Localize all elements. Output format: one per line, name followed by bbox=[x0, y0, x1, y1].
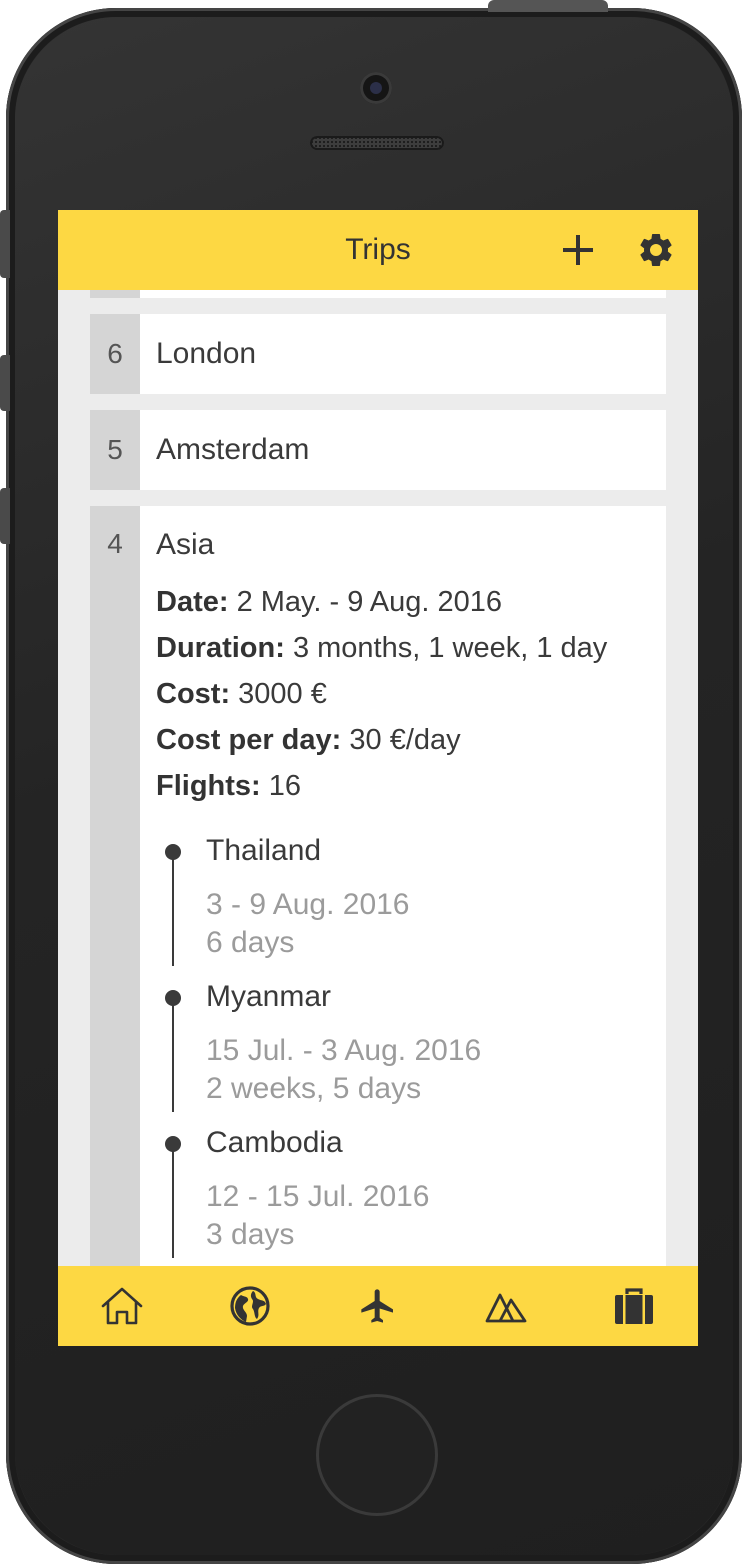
app-screen: Trips 6 London 5 Amsterdam 4 Asia Date: … bbox=[58, 210, 698, 1346]
stat-label: Date: bbox=[156, 586, 229, 618]
stop-name[interactable]: Thailand bbox=[206, 834, 321, 868]
stop-name[interactable]: Cambodia bbox=[206, 1126, 343, 1160]
stop-duration: 2 weeks, 5 days bbox=[206, 1072, 422, 1105]
timeline-dot bbox=[165, 844, 181, 860]
tab-trips[interactable] bbox=[570, 1266, 698, 1346]
timeline-line bbox=[172, 1148, 174, 1258]
settings-button[interactable] bbox=[636, 230, 676, 270]
stat-value: 16 bbox=[268, 770, 302, 802]
stat-value: 3 months, 1 week, 1 day bbox=[292, 632, 608, 664]
home-icon bbox=[101, 1287, 143, 1325]
trip-cost-per-day: Cost per day: 30 €/day bbox=[156, 724, 461, 757]
timeline-line bbox=[172, 1002, 174, 1112]
trip-card-london[interactable]: 6 London bbox=[90, 314, 666, 394]
trip-date: Date: 2 May. - 9 Aug. 2016 bbox=[156, 586, 502, 619]
timeline-dot bbox=[165, 990, 181, 1006]
stat-value: 2 May. - 9 Aug. 2016 bbox=[236, 586, 503, 618]
stat-label: Duration: bbox=[156, 632, 285, 664]
volume-down-button bbox=[0, 488, 10, 544]
mute-switch bbox=[0, 210, 10, 278]
stat-label: Cost: bbox=[156, 678, 231, 710]
trip-flights: Flights: 16 bbox=[156, 770, 301, 803]
trip-card-asia[interactable]: 4 Asia Date: 2 May. - 9 Aug. 2016 Durati… bbox=[90, 506, 666, 1266]
trip-list: 6 London 5 Amsterdam 4 Asia Date: 2 May.… bbox=[58, 290, 698, 1266]
stop-duration: 3 days bbox=[206, 1218, 295, 1251]
stat-label: Flights: bbox=[156, 770, 261, 802]
trip-title: Asia bbox=[156, 528, 215, 561]
plus-icon bbox=[563, 235, 593, 265]
trip-title: London bbox=[156, 337, 257, 370]
stops-timeline: Thailand 3 - 9 Aug. 2016 6 days Myanmar … bbox=[165, 834, 652, 1266]
trip-number: 5 bbox=[90, 410, 140, 490]
stop-dates: 3 - 9 Aug. 2016 bbox=[206, 888, 410, 921]
earpiece-speaker bbox=[310, 136, 444, 150]
stop-name[interactable]: Myanmar bbox=[206, 980, 331, 1014]
mountains-icon bbox=[485, 1293, 527, 1323]
stop-duration: 6 days bbox=[206, 926, 295, 959]
globe-icon bbox=[230, 1286, 270, 1326]
trip-card-partial[interactable] bbox=[90, 290, 666, 298]
page-title: Trips bbox=[345, 233, 411, 266]
timeline-dot bbox=[165, 1136, 181, 1152]
stat-value: 3000 € bbox=[238, 678, 327, 710]
trip-number: 6 bbox=[90, 314, 140, 394]
trip-cost: Cost: 3000 € bbox=[156, 678, 327, 711]
suitcase-icon bbox=[615, 1288, 653, 1324]
power-button bbox=[488, 0, 608, 12]
bottom-tab-bar bbox=[58, 1266, 698, 1346]
trip-number: 4 bbox=[90, 506, 140, 1266]
add-trip-button[interactable] bbox=[558, 230, 598, 270]
app-header: Trips bbox=[58, 210, 698, 290]
timeline-line bbox=[172, 856, 174, 966]
airplane-icon bbox=[361, 1289, 393, 1323]
trip-card-amsterdam[interactable]: 5 Amsterdam bbox=[90, 410, 666, 490]
tab-home[interactable] bbox=[58, 1266, 186, 1346]
stat-value: 30 €/day bbox=[349, 724, 461, 756]
front-camera bbox=[360, 72, 392, 104]
stop-dates: 15 Jul. - 3 Aug. 2016 bbox=[206, 1034, 482, 1067]
trip-title: Amsterdam bbox=[156, 433, 310, 466]
volume-up-button bbox=[0, 355, 10, 411]
stop-dates: 12 - 15 Jul. 2016 bbox=[206, 1180, 430, 1213]
tab-adventures[interactable] bbox=[442, 1266, 570, 1346]
tab-flights[interactable] bbox=[314, 1266, 442, 1346]
trip-number-strip bbox=[90, 290, 140, 298]
home-button[interactable] bbox=[316, 1394, 438, 1516]
gear-icon bbox=[640, 233, 672, 266]
trip-duration: Duration: 3 months, 1 week, 1 day bbox=[156, 632, 607, 665]
stat-label: Cost per day: bbox=[156, 724, 342, 756]
tab-world[interactable] bbox=[186, 1266, 314, 1346]
